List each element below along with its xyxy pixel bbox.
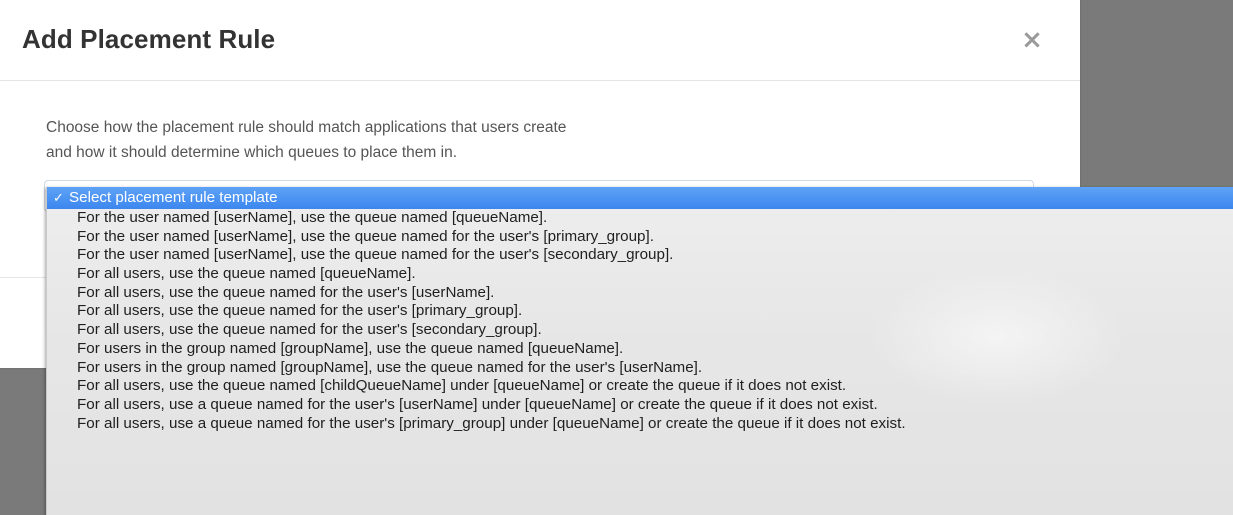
description-text: Choose how the placement rule should mat…	[46, 115, 826, 165]
close-button[interactable]: ×	[1017, 22, 1047, 58]
dropdown-option[interactable]: For all users, use the queue named for t…	[47, 284, 1233, 303]
check-icon: ✓	[53, 191, 64, 206]
dropdown-option[interactable]: For all users, use the queue named for t…	[47, 302, 1233, 321]
dropdown-option[interactable]: For all users, use a queue named for the…	[47, 415, 1233, 434]
dropdown-option[interactable]: For the user named [userName], use the q…	[47, 209, 1233, 228]
dropdown-option[interactable]: For the user named [userName], use the q…	[47, 228, 1233, 247]
dropdown-option[interactable]: For all users, use a queue named for the…	[47, 396, 1233, 415]
description-line-2: and how it should determine which queues…	[46, 144, 457, 161]
dropdown-option[interactable]: For the user named [userName], use the q…	[47, 246, 1233, 265]
placement-rule-template-dropdown[interactable]: ✓ Select placement rule template For the …	[46, 187, 1233, 515]
modal-header: Add Placement Rule ×	[0, 0, 1080, 81]
dropdown-option[interactable]: For all users, use the queue named for t…	[47, 321, 1233, 340]
dropdown-option[interactable]: For all users, use the queue named [queu…	[47, 265, 1233, 284]
dropdown-option-selected[interactable]: ✓ Select placement rule template	[47, 187, 1233, 209]
dropdown-option[interactable]: For users in the group named [groupName]…	[47, 340, 1233, 359]
dropdown-option-label: Select placement rule template	[69, 189, 278, 206]
dropdown-option[interactable]: For users in the group named [groupName]…	[47, 359, 1233, 378]
modal-title: Add Placement Rule	[22, 24, 276, 54]
description-line-1: Choose how the placement rule should mat…	[46, 119, 567, 136]
dropdown-option[interactable]: For all users, use the queue named [chil…	[47, 377, 1233, 396]
modal-backdrop: Add Placement Rule × Choose how the plac…	[0, 0, 1233, 515]
